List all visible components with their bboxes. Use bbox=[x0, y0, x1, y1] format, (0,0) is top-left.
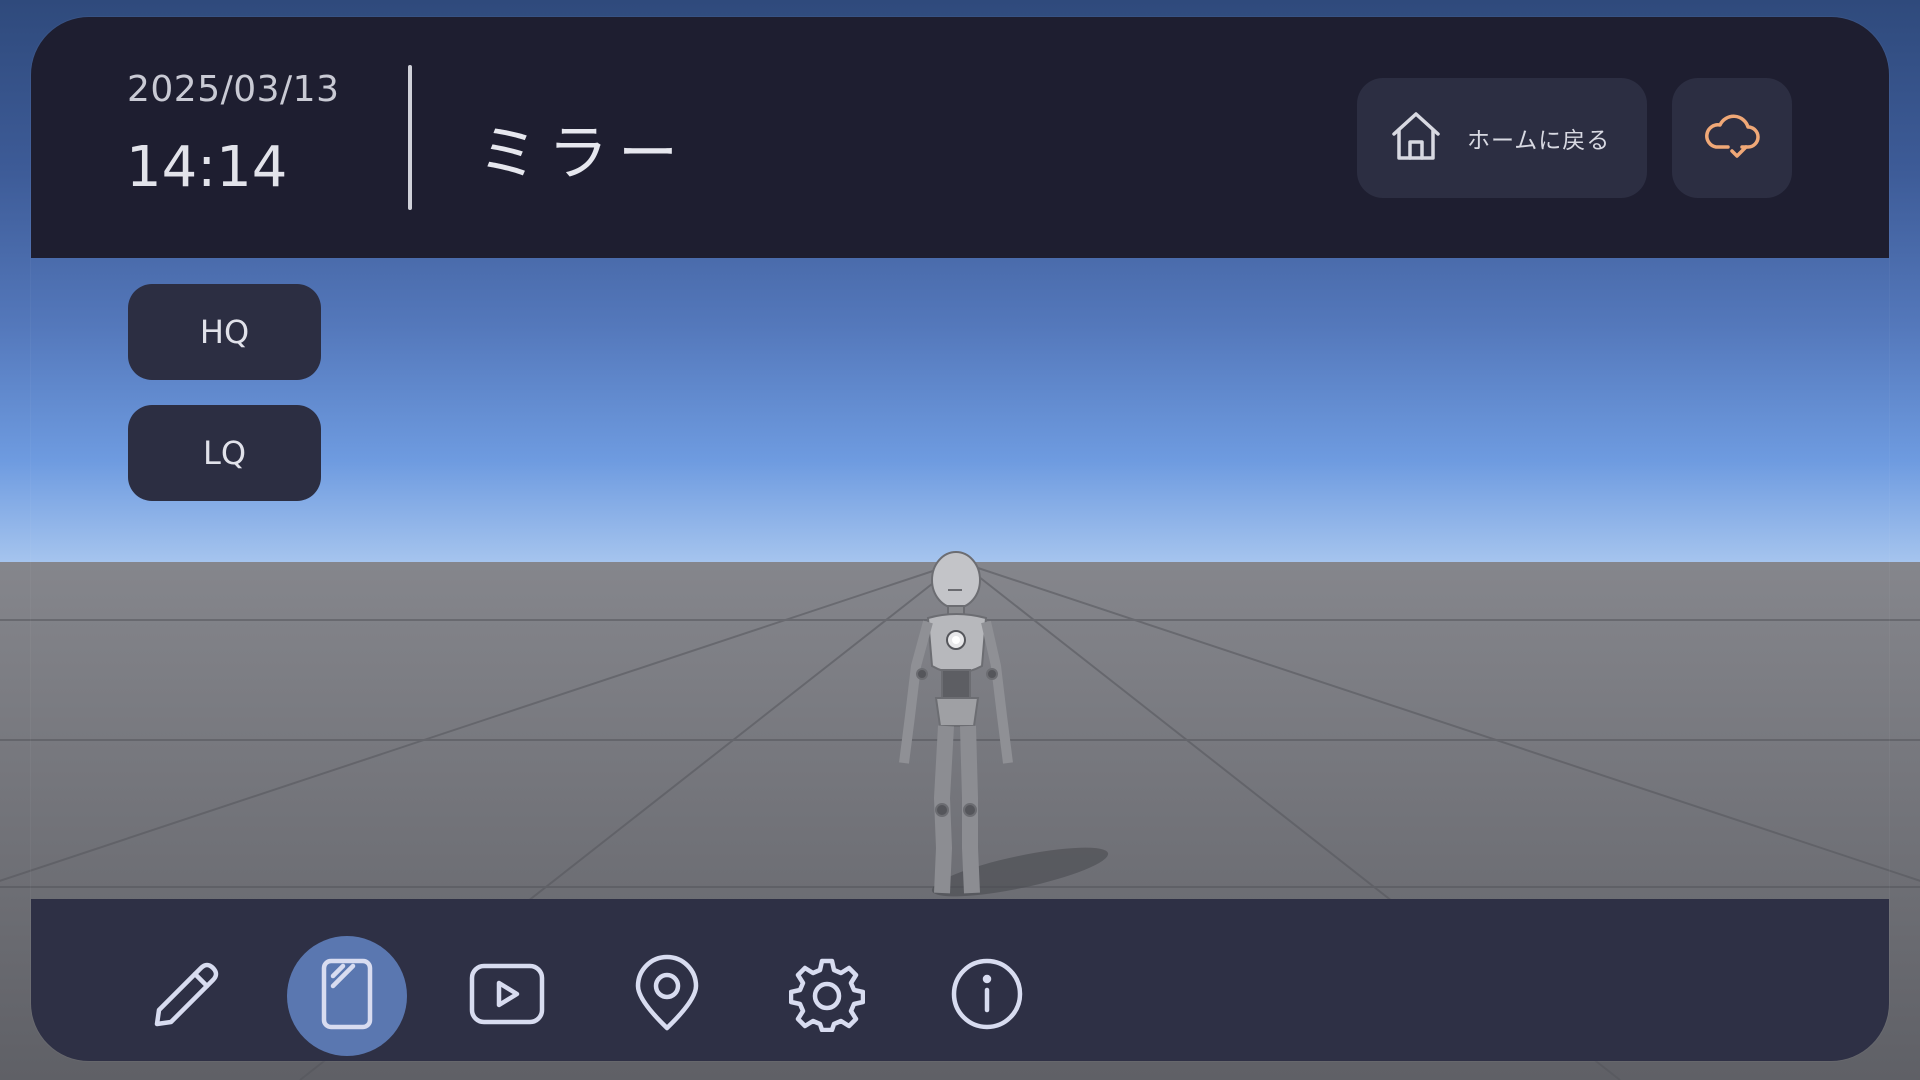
cloud-check-icon bbox=[1702, 111, 1762, 165]
lq-button[interactable]: LQ bbox=[128, 405, 321, 501]
home-button[interactable]: ホームに戻る bbox=[1357, 78, 1647, 198]
tool-mirror[interactable] bbox=[287, 936, 407, 1056]
page-title: ミラー bbox=[478, 119, 688, 189]
app-frame: 2025/03/13 14:14 ミラー ホームに戻る HQ LQ bbox=[31, 17, 1889, 1061]
header-divider bbox=[408, 65, 412, 210]
tool-info[interactable] bbox=[927, 936, 1047, 1056]
play-icon bbox=[467, 961, 547, 1031]
mirror-icon bbox=[317, 956, 377, 1036]
tool-edit[interactable] bbox=[127, 936, 247, 1056]
date-display: 2025/03/13 bbox=[127, 69, 340, 110]
hq-button[interactable]: HQ bbox=[128, 284, 321, 380]
tool-location[interactable] bbox=[607, 936, 727, 1056]
pencil-icon bbox=[147, 954, 227, 1038]
tool-play[interactable] bbox=[447, 936, 567, 1056]
bottom-toolbar bbox=[31, 899, 1889, 1061]
location-pin-icon bbox=[632, 954, 702, 1038]
gear-icon bbox=[788, 956, 866, 1036]
home-button-label: ホームに戻る bbox=[1467, 128, 1611, 154]
info-icon bbox=[949, 956, 1025, 1036]
home-icon bbox=[1389, 109, 1443, 167]
cloud-sync-button[interactable] bbox=[1672, 78, 1792, 198]
tool-settings[interactable] bbox=[767, 936, 887, 1056]
header-bar: 2025/03/13 14:14 ミラー ホームに戻る bbox=[31, 17, 1889, 258]
time-display: 14:14 bbox=[126, 135, 288, 200]
